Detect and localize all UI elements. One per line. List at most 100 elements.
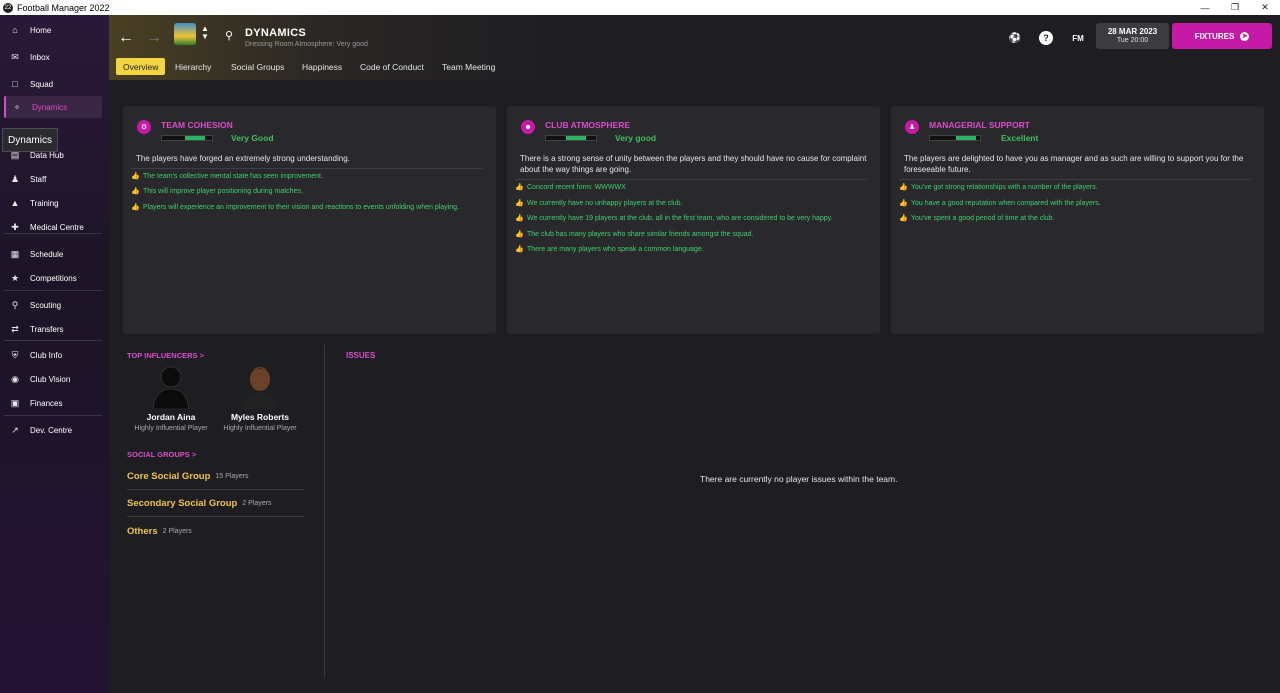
thumbs-up-icon: 👍 [515, 215, 524, 222]
sidebar-item-club-vision[interactable]: ◉ Club Vision [4, 368, 102, 390]
fm-menu-button[interactable]: FM [1069, 31, 1087, 45]
sidebar-item-transfers[interactable]: ⇄ Transfers [4, 318, 102, 340]
tab-code-of-conduct[interactable]: Code of Conduct [353, 58, 431, 75]
panel-description: The players have forged an extremely str… [136, 154, 350, 163]
search-icon[interactable]: ⚲ [225, 29, 233, 42]
sidebar-item-staff[interactable]: ♟ Staff [4, 168, 102, 190]
divider [127, 516, 304, 517]
date-display[interactable]: 28 MAR 2023 Tue 20:00 [1096, 23, 1169, 49]
ball-icon[interactable]: ⚽ [1008, 31, 1022, 45]
manager-icon: ♟ [905, 120, 919, 134]
tab-social-groups[interactable]: Social Groups [224, 58, 291, 75]
minimize-icon[interactable]: — [1190, 0, 1220, 15]
thumbs-up-icon: 👍 [899, 215, 908, 222]
support-meter [929, 135, 981, 141]
player-role: Highly Influential Player [223, 425, 297, 432]
atmosphere-icon: ☻ [521, 120, 535, 134]
dev-centre-icon: ↗ [11, 424, 19, 435]
panel-title: CLUB ATMOSPHERE [545, 120, 630, 130]
thumbs-up-icon: 👍 [515, 184, 524, 191]
thumbs-up-icon: 👍 [131, 188, 140, 195]
thumbs-up-icon: 👍 [515, 231, 524, 238]
social-groups-link[interactable]: SOCIAL GROUPS > [127, 450, 196, 459]
divider [131, 168, 483, 169]
sidebar-item-club-info[interactable]: ⛨ Club Info [4, 344, 102, 366]
influencer-card[interactable]: Myles Roberts Highly Influential Player [215, 363, 305, 432]
sidebar-item-label: Transfers [30, 324, 64, 334]
shirt-icon: □ [12, 79, 18, 89]
group-name: Secondary Social Group [127, 497, 238, 509]
sidebar-item-training[interactable]: ▲ Training [4, 192, 102, 214]
atmosphere-level: Very good [615, 133, 657, 143]
list-item: 👍 You've got strong relationships with a … [899, 184, 1098, 191]
list-item: 👍 Concord recent form: WWWWX [515, 184, 626, 191]
social-group-row[interactable]: Others 2 Players [127, 518, 304, 544]
player-role: Highly Influential Player [134, 425, 208, 432]
list-item: 👍 The team's collective mental state has … [131, 173, 323, 180]
sidebar-item-scouting[interactable]: ⚲ Scouting [4, 294, 102, 316]
help-icon[interactable]: ? [1039, 31, 1053, 45]
sidebar-item-dev-centre[interactable]: ↗ Dev. Centre [4, 419, 102, 441]
sidebar-item-inbox[interactable]: ✉ Inbox [4, 46, 102, 68]
player-silhouette-icon [149, 363, 193, 410]
influencer-card[interactable]: Jordan Aina Highly Influential Player [126, 363, 216, 432]
current-date: 28 MAR 2023 [1107, 27, 1158, 36]
sidebar-item-label: Staff [30, 174, 47, 184]
club-switch-icon[interactable]: ▲ ▼ [201, 25, 209, 41]
panel-title: TEAM COHESION [161, 120, 233, 130]
club-badge-icon[interactable] [174, 23, 196, 45]
thumbs-up-icon: 👍 [131, 204, 140, 211]
team-cohesion-panel: ⚙ TEAM COHESION Very Good The players ha… [123, 106, 496, 334]
player-name: Myles Roberts [230, 412, 290, 422]
player-name: Jordan Aina [146, 412, 196, 422]
staff-icon: ♟ [10, 173, 20, 184]
home-icon: ⌂ [12, 25, 18, 35]
close-icon[interactable]: ✕ [1250, 0, 1280, 15]
calendar-icon: ▦ [10, 248, 20, 259]
meter-fill [185, 136, 205, 140]
tab-hierarchy[interactable]: Hierarchy [168, 58, 218, 75]
sidebar-item-label: Schedule [30, 249, 64, 259]
social-group-row[interactable]: Secondary Social Group 2 Players [127, 490, 304, 516]
sidebar-item-label: Competitions [30, 273, 77, 283]
panel-description: There is a strong sense of unity between… [520, 154, 867, 174]
section-divider [324, 345, 325, 677]
sidebar-divider [4, 233, 102, 234]
sidebar-item-finances[interactable]: ▣ Finances [4, 392, 102, 414]
back-arrow-icon[interactable]: ← [118, 29, 134, 47]
scouting-icon: ⚲ [11, 299, 19, 310]
sidebar-item-squad[interactable]: □ Squad [4, 73, 102, 95]
restore-icon[interactable]: ❐ [1220, 0, 1250, 15]
vision-icon: ◉ [11, 373, 19, 384]
meter-fill [566, 136, 586, 140]
list-item: 👍 You've spent a good period of time at t… [899, 215, 1055, 222]
sidebar-divider [4, 340, 102, 341]
window-titlebar: 22 Football Manager 2022 — ❐ ✕ [0, 0, 1280, 15]
cohesion-level: Very Good [231, 133, 274, 143]
club-atmosphere-panel: ☻ CLUB ATMOSPHERE Very good There is a s… [507, 106, 880, 334]
tab-team-meeting[interactable]: Team Meeting [435, 58, 502, 75]
sidebar-item-label: Medical Centre [30, 222, 84, 232]
sidebar-item-label: Inbox [30, 52, 50, 62]
medical-icon: ✚ [11, 221, 19, 232]
fixtures-button[interactable]: FIXTURES ➤ [1172, 23, 1272, 49]
sidebar-item-home[interactable]: ⌂ Home [4, 19, 102, 41]
sidebar-item-dynamics[interactable]: ⚬ Dynamics [4, 96, 102, 118]
sidebar-item-competitions[interactable]: ★ Competitions [4, 267, 102, 289]
tab-happiness[interactable]: Happiness [295, 58, 349, 75]
issues-empty-message: There are currently no player issues wit… [700, 474, 898, 484]
window-controls: — ❐ ✕ [1190, 0, 1280, 15]
window-title: Football Manager 2022 [17, 2, 110, 13]
social-group-row[interactable]: Core Social Group 15 Players [127, 463, 304, 489]
group-count: 2 Players [242, 499, 272, 507]
issues-title: ISSUES [346, 351, 376, 360]
top-influencers-link[interactable]: TOP INFLUENCERS > [127, 351, 204, 360]
forward-arrow-icon[interactable]: → [146, 29, 162, 47]
cohesion-meter [161, 135, 213, 141]
tab-overview[interactable]: Overview [116, 58, 166, 75]
inbox-icon: ✉ [11, 51, 19, 62]
sidebar-item-medical-centre[interactable]: ✚ Medical Centre [4, 216, 102, 238]
sidebar-divider [4, 415, 102, 416]
group-count: 2 Players [162, 527, 192, 535]
sidebar-item-schedule[interactable]: ▦ Schedule [4, 243, 102, 265]
